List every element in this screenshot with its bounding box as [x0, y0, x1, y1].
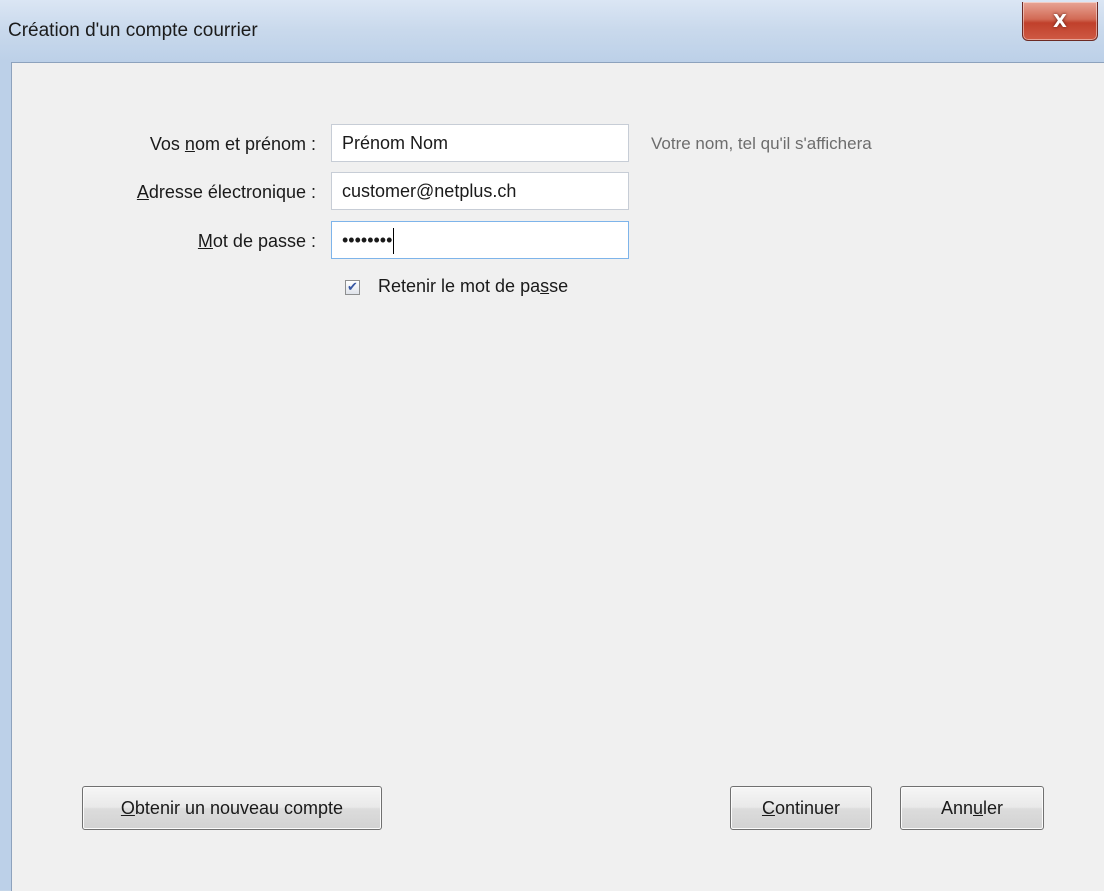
remember-password-label[interactable]: Retenir le mot de passe: [378, 276, 568, 297]
name-label: Vos nom et prénom :: [149, 134, 316, 154]
remember-password-checkbox[interactable]: ✔: [345, 280, 360, 295]
name-hint: Votre nom, tel qu'il s'affichera: [651, 134, 872, 153]
close-icon: X: [1053, 10, 1067, 32]
checkmark-icon: ✔: [347, 280, 358, 295]
name-input[interactable]: Prénom Nom: [331, 124, 629, 162]
text-caret: [393, 228, 395, 255]
account-setup-window: Création d'un compte courrier X Vos nom …: [0, 0, 1104, 891]
password-label: Mot de passe :: [197, 231, 316, 251]
close-button[interactable]: X: [1022, 2, 1098, 41]
cancel-button[interactable]: Ann u ler: [900, 786, 1044, 830]
new-account-button[interactable]: Obtenir un nouveau compte: [82, 786, 382, 830]
password-input[interactable]: ••••••••: [331, 221, 629, 259]
continue-button[interactable]: Continuer: [730, 786, 872, 830]
email-input[interactable]: customer@netplus.ch: [331, 172, 629, 210]
email-label: Adresse électronique :: [136, 182, 316, 202]
window-title: Création d'un compte courrier: [8, 20, 258, 41]
